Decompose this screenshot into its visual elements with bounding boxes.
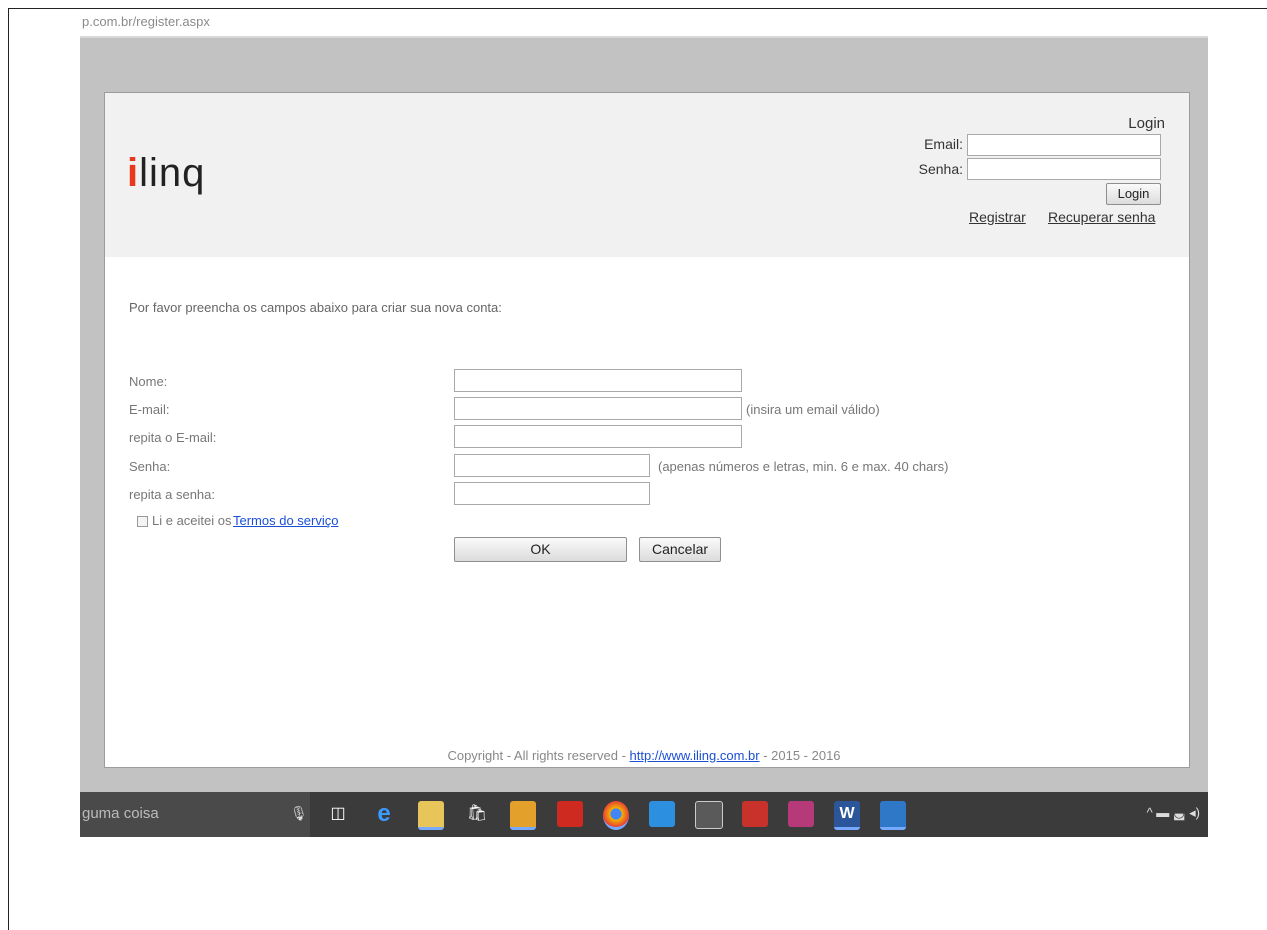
word-icon[interactable]: W [834, 801, 860, 830]
chrome-icon[interactable] [603, 801, 629, 830]
screenshot-area: p.com.br/register.aspx ilinq Login Email… [80, 10, 1208, 837]
nome-label: Nome: [129, 374, 168, 389]
login-email-input[interactable] [967, 134, 1161, 156]
task-view-icon[interactable]: ◫ [325, 801, 351, 827]
tools-icon[interactable] [788, 801, 814, 827]
email-repeat-input[interactable] [454, 425, 742, 448]
ok-button[interactable]: OK [454, 537, 627, 562]
outlook-icon[interactable] [510, 801, 536, 830]
address-bar[interactable]: p.com.br/register.aspx [80, 10, 1208, 38]
email-repeat-label: repita o E-mail: [129, 430, 217, 445]
login-button[interactable]: Login [1106, 183, 1161, 205]
footer: Copyright - All rights reserved - http:/… [80, 748, 1208, 763]
senha-label: Senha: [129, 459, 171, 474]
senha-repeat-label: repita a senha: [129, 487, 216, 502]
login-senha-input[interactable] [967, 158, 1161, 180]
register-link[interactable]: Registrar [969, 209, 1026, 225]
email-input[interactable] [454, 397, 742, 420]
url-text: p.com.br/register.aspx [82, 14, 210, 29]
taskbar-search-box[interactable]: guma coisa 🎙 [80, 792, 310, 837]
site-header: ilinq Login Email: Senha: Login Registra… [105, 93, 1189, 257]
store-icon[interactable]: 🛍 [464, 801, 490, 827]
taskbar-search-text: guma coisa [82, 805, 159, 822]
email-label: E-mail: [129, 402, 170, 417]
system-tray[interactable]: ^ ▬ ◛ ◂) [1147, 805, 1200, 821]
cancel-button[interactable]: Cancelar [639, 537, 721, 562]
nome-input[interactable] [454, 369, 742, 392]
calculator-icon[interactable] [695, 801, 723, 829]
senha-hint: (apenas números e letras, min. 6 e max. … [658, 459, 949, 474]
image-app-icon[interactable] [880, 801, 906, 830]
windows-taskbar: guma coisa 🎙 ◫ e 🛍 W ^ ▬ ◛ ◂) [80, 792, 1208, 837]
edge-icon[interactable]: e [371, 801, 397, 827]
recover-password-link[interactable]: Recuperar senha [1048, 209, 1155, 225]
file-explorer-icon[interactable] [418, 801, 444, 830]
media-player-icon[interactable] [649, 801, 675, 827]
acrobat-icon[interactable] [557, 801, 583, 827]
footer-prefix: Copyright - All rights reserved - [447, 748, 630, 763]
email-hint: (insira um email válido) [746, 402, 880, 417]
mic-icon[interactable]: 🎙 [290, 805, 308, 822]
intro-text: Por favor preencha os campos abaixo para… [129, 300, 502, 315]
footer-link[interactable]: http://www.iling.com.br [630, 748, 760, 763]
iling-logo[interactable]: ilinq [127, 151, 205, 196]
app-red-icon[interactable] [742, 801, 768, 827]
terms-label: Li e aceitei os [152, 513, 232, 528]
terms-checkbox[interactable] [137, 516, 148, 527]
senha-repeat-input[interactable] [454, 482, 650, 505]
terms-link[interactable]: Termos do serviço [233, 513, 338, 528]
footer-suffix: - 2015 - 2016 [759, 748, 841, 763]
login-email-label: Email: [924, 136, 963, 152]
page-background: ilinq Login Email: Senha: Login Registra… [80, 38, 1208, 792]
login-senha-label: Senha: [918, 161, 963, 177]
main-card: ilinq Login Email: Senha: Login Registra… [104, 92, 1190, 768]
login-title: Login [1128, 115, 1165, 132]
senha-input[interactable] [454, 454, 650, 477]
